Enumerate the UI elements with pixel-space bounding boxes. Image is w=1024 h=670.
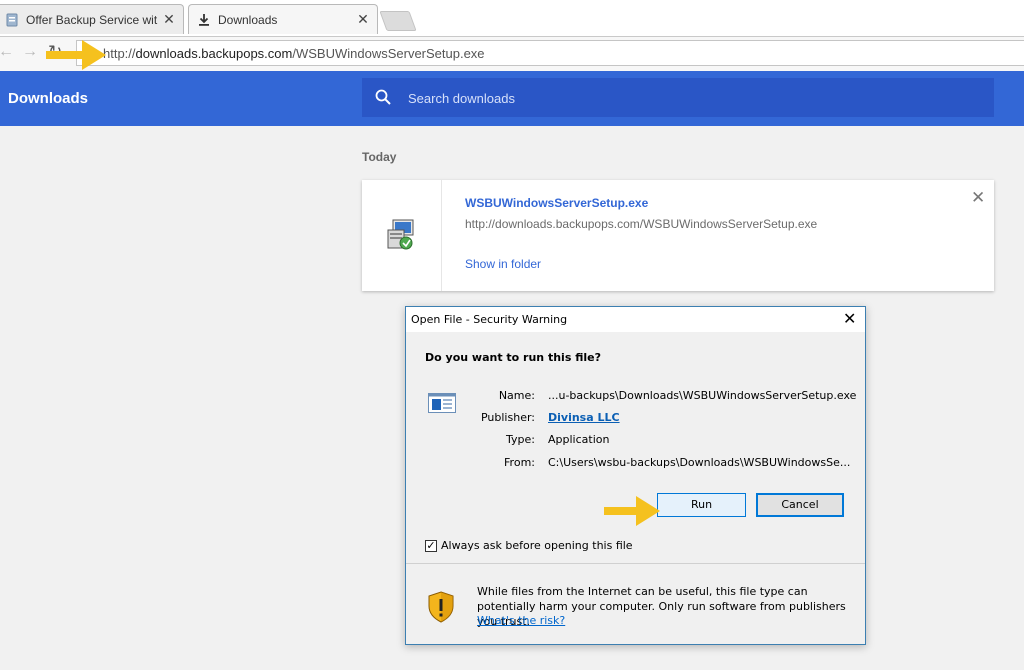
tab-strip: Offer Backup Service wit ✕ Downloads ✕ (0, 0, 1024, 37)
page-icon (6, 13, 18, 26)
dialog-question: Do you want to run this file? (425, 351, 601, 364)
type-label: Type: (506, 433, 535, 446)
remove-download-close-icon[interactable]: ✕ (971, 188, 985, 208)
name-label: Name: (498, 389, 535, 402)
tab-label: Downloads (218, 12, 278, 27)
tab-label: Offer Backup Service wit (26, 12, 158, 27)
dialog-titlebar: Open File - Security Warning ✕ (406, 307, 865, 332)
always-ask-label[interactable]: Always ask before opening this file (441, 539, 633, 552)
close-tab-icon[interactable]: ✕ (357, 11, 369, 28)
publisher-label: Publisher: (480, 411, 535, 424)
show-in-folder-link[interactable]: Show in folder (465, 257, 541, 271)
cancel-button[interactable]: Cancel (756, 493, 844, 517)
new-tab-button[interactable] (379, 11, 417, 31)
run-button[interactable]: Run (657, 493, 746, 517)
download-icon (199, 13, 209, 26)
url-path: /WSBUWindowsServerSetup.exe (292, 46, 485, 61)
installer-file-icon (387, 219, 414, 250)
from-value: C:\Users\wsbu-backups\Downloads\WSBUWind… (548, 456, 851, 469)
forward-arrow-icon[interactable]: → (22, 43, 38, 61)
from-label: From: (504, 456, 535, 469)
url-host: downloads.backupops.com (135, 46, 293, 61)
date-heading: Today (362, 150, 397, 164)
back-arrow-icon[interactable]: ← (0, 43, 14, 61)
warning-shield-icon (428, 591, 454, 623)
always-ask-checkbox[interactable]: ✓ (425, 539, 437, 552)
download-item-card: WSBUWindowsServerSetup.exe http://downlo… (362, 180, 994, 291)
name-value: ...u-backups\Downloads\WSBUWindowsServer… (548, 389, 857, 402)
security-warning-dialog: Open File - Security Warning ✕ Do you wa… (405, 306, 866, 645)
card-divider (441, 180, 442, 291)
close-tab-icon[interactable]: ✕ (163, 11, 175, 28)
url-pointer-arrow-icon (46, 40, 106, 70)
dialog-close-icon[interactable]: ✕ (843, 309, 856, 328)
page-title: Downloads (8, 90, 89, 107)
search-icon (375, 89, 391, 105)
tab-offer-backup-service[interactable]: Offer Backup Service wit ✕ (0, 4, 184, 34)
publisher-link[interactable]: Divinsa LLC (548, 411, 620, 424)
address-bar[interactable]: http://downloads.backupops.com/WSBUWindo… (76, 40, 1024, 66)
download-source-url[interactable]: http://downloads.backupops.com/WSBUWindo… (465, 217, 817, 231)
dialog-title: Open File - Security Warning (411, 313, 568, 326)
browser-toolbar: ← → ↻ http://downloads.backupops.com/WSB… (0, 36, 1024, 72)
downloads-header: Downloads (0, 71, 1024, 126)
always-ask-row: ✓ Always ask before opening this file (425, 539, 633, 552)
url-text: http://downloads.backupops.com/WSBUWindo… (103, 46, 485, 61)
run-pointer-arrow-icon (604, 496, 660, 526)
type-value: Application (548, 433, 610, 446)
tab-downloads[interactable]: Downloads ✕ (188, 4, 378, 34)
application-file-icon (428, 393, 456, 413)
search-box[interactable] (362, 78, 994, 117)
whats-the-risk-link[interactable]: What's the risk? (477, 614, 565, 627)
dialog-footer: While files from the Internet can be use… (406, 564, 865, 644)
download-file-name-link[interactable]: WSBUWindowsServerSetup.exe (465, 196, 648, 210)
search-input[interactable] (406, 88, 970, 108)
